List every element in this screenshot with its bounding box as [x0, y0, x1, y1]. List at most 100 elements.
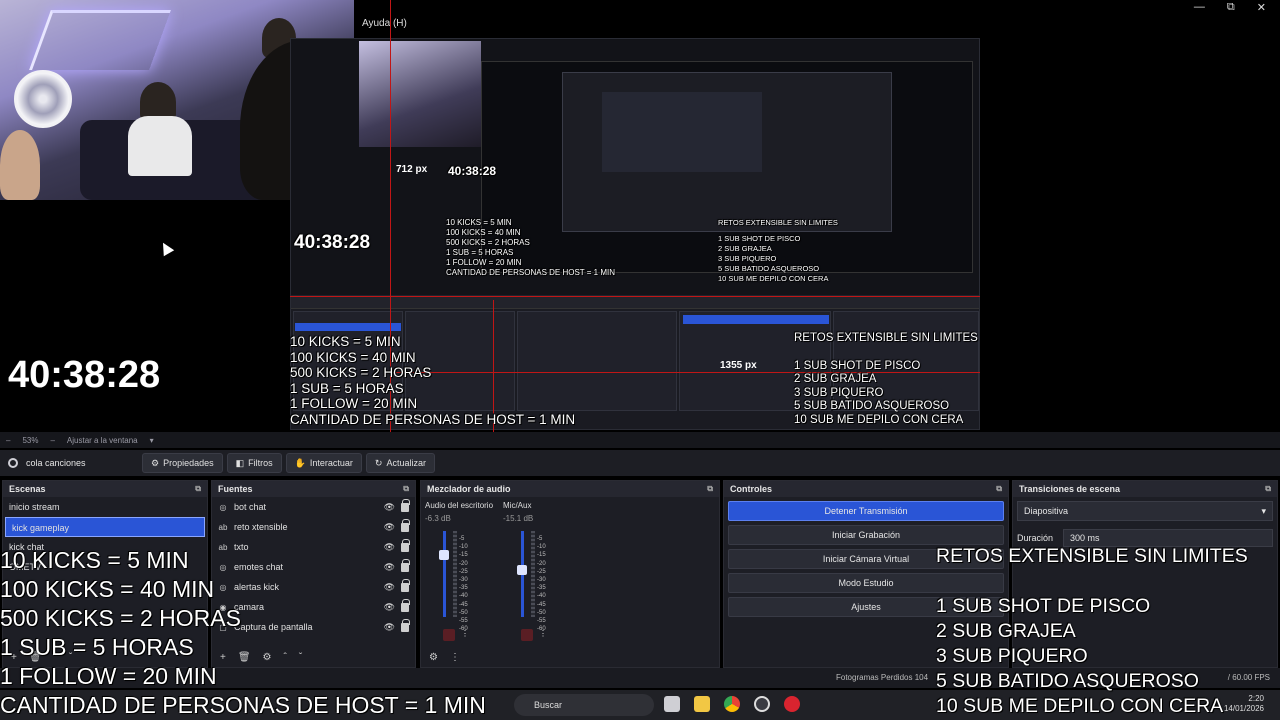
- controls-header: Controles ⧉: [724, 481, 1008, 497]
- window-controls: — ⧉ ✕: [1194, 1, 1266, 14]
- hand-icon: ✋: [294, 457, 306, 468]
- stop-stream-button[interactable]: Detener Transmisión: [728, 501, 1004, 521]
- obs-icon[interactable]: [754, 696, 770, 712]
- selected-source: cola canciones: [0, 458, 142, 468]
- scene-item[interactable]: inicio stream: [3, 497, 207, 517]
- kick-rule: 500 KICKS = 2 HORAS: [290, 365, 432, 380]
- kick-rules-nested: 10 KICKS = 5 MIN 100 KICKS = 40 MIN 500 …: [290, 334, 575, 427]
- kick-rule: CANTIDAD DE PERSONAS DE HOST = 1 MIN: [290, 411, 576, 427]
- opera-icon[interactable]: [784, 696, 800, 712]
- guide-distance-label: 712 px: [396, 164, 428, 175]
- meter-tick: -5: [459, 536, 465, 542]
- meter-tick: -45: [537, 601, 546, 608]
- kick-rule: 1 SUB = 5 HORAS: [0, 634, 194, 660]
- eye-icon[interactable]: 👁: [384, 502, 395, 513]
- kick-rule: CANTIDAD DE PERSONAS DE HOST = 1 MIN: [446, 268, 615, 277]
- properties-label: Propiedades: [163, 458, 214, 468]
- kick-rule: 1 FOLLOW = 20 MIN: [290, 396, 418, 411]
- timer-nested: 40:38:28: [294, 232, 371, 253]
- refresh-button[interactable]: ↻ Actualizar: [365, 453, 435, 473]
- fader-handle[interactable]: [517, 565, 527, 575]
- taskbar-search[interactable]: Buscar: [514, 694, 654, 716]
- kick-rule: 500 KICKS = 2 HORAS: [446, 238, 530, 247]
- challenges-nested: RETOS EXTENSIBLE SIN LIMITES 1 SUB SHOT …: [794, 332, 978, 427]
- meter-tick: -20: [537, 560, 546, 567]
- guide-distance-label-2: 1355 px: [720, 360, 757, 371]
- challenge-item: 3 SUB PIQUERO: [794, 386, 884, 399]
- chrome-icon[interactable]: [724, 696, 740, 712]
- zoom-in-icon[interactable]: –: [50, 436, 54, 445]
- frames-dropped: Fotogramas Perdidos 104: [836, 673, 929, 682]
- challenge-item: 1 SUB SHOT DE PISCO: [936, 595, 1151, 617]
- popout-icon[interactable]: ⧉: [996, 484, 1002, 494]
- filters-button[interactable]: ◧ Filtros: [226, 453, 282, 473]
- kick-rule: 1 FOLLOW = 20 MIN: [0, 663, 217, 689]
- popout-icon[interactable]: ⧉: [403, 484, 409, 494]
- volume-meter: [531, 531, 535, 617]
- lock-icon[interactable]: [401, 518, 410, 532]
- source-label: reto xtensible: [234, 522, 288, 532]
- duration-label: Duración: [1017, 533, 1054, 543]
- refresh-icon: ↻: [374, 457, 383, 468]
- challenge-item: 2 SUB GRAJEA: [936, 620, 1076, 642]
- sources-header: Fuentes ⧉: [212, 481, 415, 497]
- volume-fader[interactable]: [517, 531, 527, 617]
- meter-tick: -15: [537, 552, 546, 559]
- chevron-down-icon[interactable]: ▾: [150, 436, 154, 445]
- eye-icon[interactable]: 👁: [384, 522, 395, 533]
- challenge-item: 10 SUB ME DEPILO CON CERA: [794, 413, 964, 426]
- zoom-level: 53%: [22, 435, 39, 445]
- kick-rule: 10 KICKS = 5 MIN: [0, 547, 189, 573]
- meter-tick: -40: [537, 593, 546, 600]
- mouse-cursor-icon: [157, 239, 175, 257]
- interact-label: Interactuar: [309, 458, 353, 468]
- popout-icon[interactable]: ⧉: [707, 484, 713, 494]
- zoom-out-icon[interactable]: –: [6, 436, 10, 445]
- timer-main: 40:38:28: [8, 354, 161, 396]
- challenge-item: 5 SUB BATIDO ASQUEROSO: [794, 400, 950, 412]
- channel-db: -15.1 dB: [503, 514, 534, 523]
- file-explorer-icon[interactable]: [694, 696, 710, 712]
- kick-rule: 100 KICKS = 40 MIN: [0, 576, 215, 602]
- source-item[interactable]: ◎ bot chat 👁: [212, 497, 415, 517]
- properties-button[interactable]: ⚙ Propiedades: [142, 453, 223, 473]
- mixer-channel: Mic/Aux -15.1 dB -5 -10 -15 -20 -25 -30 -35 -40…: [503, 501, 577, 641]
- more-options-icon[interactable]: ⋮: [539, 629, 547, 641]
- kick-rules-small: 10 KICKS = 5 MIN 100 KICKS = 40 MIN 500 …: [446, 218, 615, 278]
- interact-button[interactable]: ✋ Interactuar: [285, 453, 362, 473]
- fit-to-window[interactable]: Ajustar a la ventana: [67, 436, 138, 445]
- kick-rule: 500 KICKS = 2 HORAS: [0, 605, 241, 631]
- taskbar-apps: [664, 696, 800, 712]
- source-item[interactable]: ab reto xtensible 👁: [212, 517, 415, 537]
- source-toolbar: cola canciones ⚙ Propiedades ◧ Filtros ✋…: [0, 450, 1280, 476]
- challenge-item: 2 SUB GRAJEA: [718, 244, 772, 253]
- kick-rule: 1 SUB = 5 HORAS: [290, 380, 404, 396]
- task-view-icon[interactable]: [664, 696, 680, 712]
- lock-icon[interactable]: [401, 498, 410, 512]
- popout-icon[interactable]: ⧉: [195, 484, 201, 494]
- maximize-icon[interactable]: ⧉: [1227, 1, 1235, 14]
- controls-title: Controles: [730, 484, 773, 494]
- meter-tick: -30: [537, 577, 546, 584]
- menu-help[interactable]: Ayuda (H): [362, 18, 407, 29]
- scene-item-active[interactable]: kick gameplay: [5, 517, 205, 537]
- kick-rule: 10 KICKS = 5 MIN: [446, 218, 512, 227]
- preview-canvas[interactable]: Ayuda (H) — ⧉ ✕ 712 px 1355 px 40:38:28 …: [0, 0, 1280, 432]
- challenges-small: RETOS EXTENSIBLE SIN LIMITES 1 SUB SHOT …: [718, 218, 838, 284]
- gear-icon: ⚙: [151, 457, 160, 468]
- kick-rule: 1 FOLLOW = 20 MIN: [446, 258, 522, 267]
- challenges-title: RETOS EXTENSIBLE SIN LIMITES: [718, 218, 838, 227]
- duration-value: 300 ms: [1070, 533, 1100, 543]
- guide-horizontal: [290, 296, 980, 297]
- meter-tick: -10: [537, 544, 546, 551]
- transition-select[interactable]: Diapositiva ▾: [1017, 501, 1273, 521]
- source-icon: [8, 458, 18, 468]
- start-recording-button[interactable]: Iniciar Grabación: [728, 525, 1004, 545]
- challenge-item: 1 SUB SHOT DE PISCO: [718, 234, 801, 243]
- popout-icon[interactable]: ⧉: [1265, 484, 1271, 494]
- challenges-title: RETOS EXTENSIBLE SIN LIMITES: [936, 545, 1248, 567]
- globe-icon: ◎: [219, 502, 227, 512]
- mute-button[interactable]: [521, 629, 533, 641]
- minimize-icon[interactable]: —: [1194, 1, 1205, 14]
- close-icon[interactable]: ✕: [1257, 1, 1266, 14]
